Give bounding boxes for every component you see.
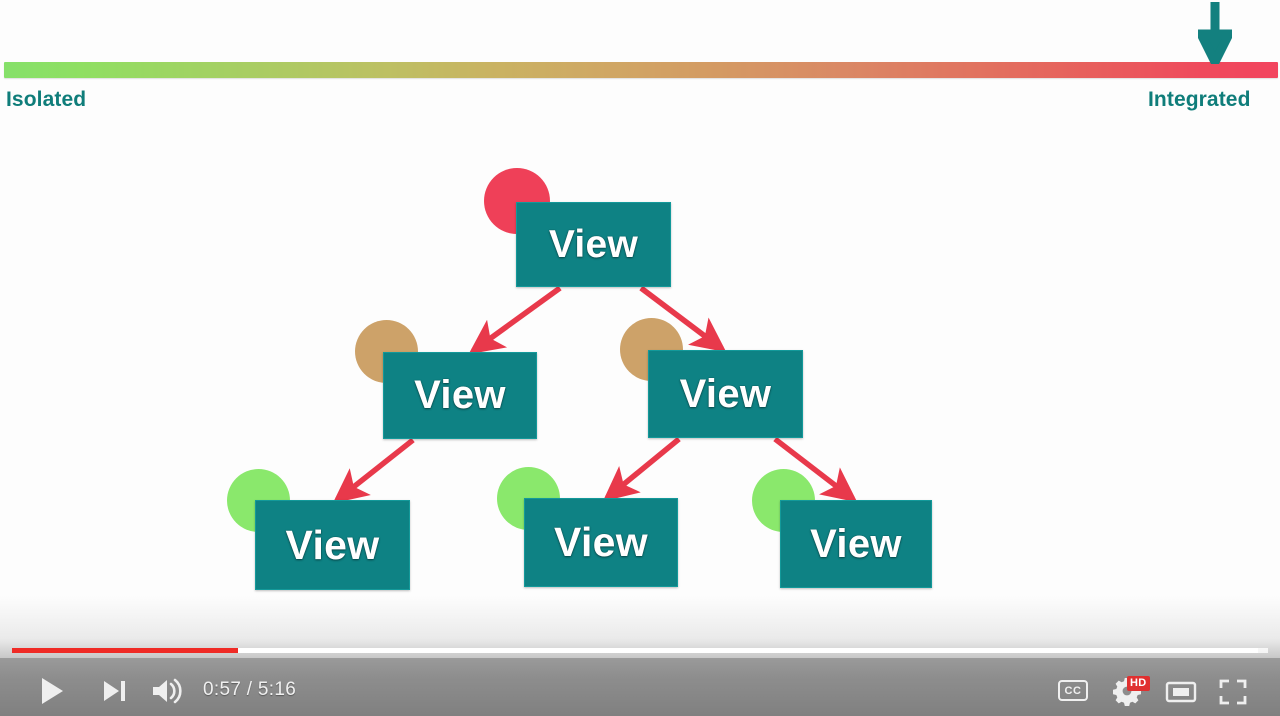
- player-control-bar: [0, 658, 1280, 716]
- miniplayer-button[interactable]: [1163, 678, 1199, 706]
- fullscreen-icon: [1219, 679, 1247, 705]
- play-icon: [42, 678, 63, 704]
- next-video-button[interactable]: [96, 676, 132, 706]
- miniplayer-icon: [1165, 681, 1197, 703]
- view-node-label: View: [679, 371, 772, 416]
- view-node-leaf-1: View: [255, 500, 410, 590]
- view-node-root: View: [516, 202, 671, 287]
- captions-button[interactable]: CC: [1058, 680, 1088, 701]
- view-node-label: View: [548, 222, 639, 266]
- closed-captions-icon: CC: [1064, 684, 1082, 697]
- view-node-label: View: [285, 521, 380, 568]
- diagram-edge: [602, 436, 681, 502]
- view-node-leaf-3: View: [780, 500, 932, 588]
- play-button[interactable]: [32, 674, 72, 708]
- fullscreen-button[interactable]: [1216, 678, 1250, 706]
- video-canvas[interactable]: Isolated Integrated View View View View View…: [0, 0, 1280, 716]
- next-video-icon: [103, 681, 125, 701]
- view-node-mid-left: View: [383, 352, 537, 439]
- view-node-label: View: [554, 519, 648, 565]
- view-node-label: View: [414, 373, 506, 417]
- progress-played: [12, 648, 239, 653]
- view-node-leaf-2: View: [524, 498, 678, 587]
- hd-badge: HD: [1127, 676, 1150, 691]
- volume-high-icon: [153, 678, 182, 704]
- volume-button[interactable]: [148, 676, 188, 706]
- video-player: Isolated Integrated View View View View View…: [0, 0, 1280, 716]
- progress-bar[interactable]: [0, 648, 1280, 658]
- time-display: 0:57 / 5:16: [203, 679, 297, 700]
- view-node-mid-right: View: [648, 350, 803, 438]
- view-hierarchy-diagram: View View View View View View: [0, 0, 1280, 640]
- view-node-label: View: [810, 521, 902, 566]
- diagram-edge: [332, 437, 415, 504]
- diagram-edge: [468, 285, 562, 355]
